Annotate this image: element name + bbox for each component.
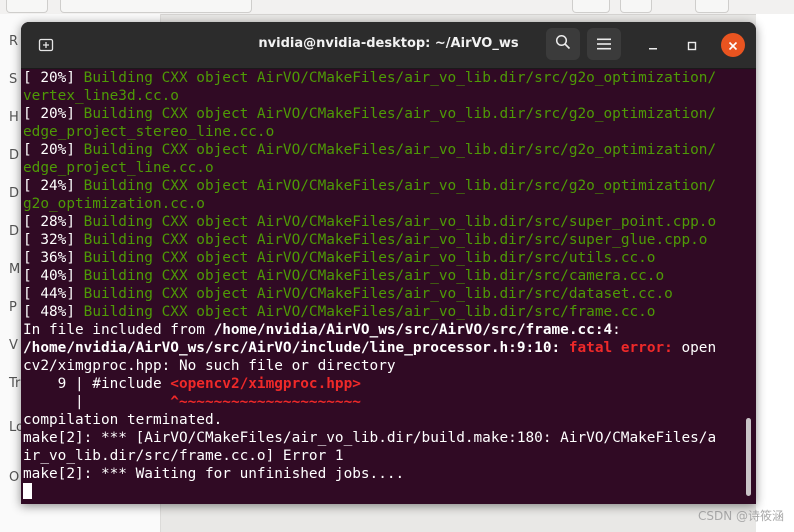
- terminal-text: open: [672, 340, 717, 356]
- minimize-icon: [648, 36, 658, 55]
- terminal-line: [ 20%] Building CXX object AirVO/CMakeFi…: [23, 105, 741, 123]
- terminal-line: [ 48%] Building CXX object AirVO/CMakeFi…: [23, 303, 741, 321]
- background-sidebar-item: H: [9, 110, 19, 125]
- terminal-line: [ 44%] Building CXX object AirVO/CMakeFi…: [23, 285, 741, 303]
- terminal-text: :: [612, 322, 621, 338]
- maximize-icon: [687, 36, 697, 55]
- background-sidebar-item: D: [9, 224, 20, 239]
- terminal-line: vertex_line3d.cc.o: [23, 87, 741, 105]
- text-cursor: [23, 483, 32, 499]
- terminal-line: [ 20%] Building CXX object AirVO/CMakeFi…: [23, 141, 741, 159]
- terminal-text: Building CXX object AirVO/CMakeFiles/air…: [83, 250, 656, 266]
- terminal-text: Building CXX object AirVO/CMakeFiles/air…: [83, 70, 717, 86]
- maximize-button[interactable]: [680, 33, 704, 57]
- terminal-line: edge_project_stereo_line.cc.o: [23, 123, 741, 141]
- terminal-text: <opencv2/ximgproc.hpp>: [170, 376, 361, 392]
- background-sidebar-item: R: [9, 34, 19, 49]
- terminal-text: /home/nvidia/AirVO_ws/src/AirVO/src/fram…: [213, 322, 613, 338]
- terminal-text: [ 20%]: [23, 106, 84, 122]
- scrollbar[interactable]: [746, 418, 751, 496]
- search-icon: [555, 34, 571, 54]
- terminal-text: make[2]: *** Waiting for unfinished jobs…: [23, 466, 405, 482]
- terminal-text: [ 40%]: [23, 268, 84, 284]
- terminal-window: nvidia@nvidia-desktop: ~/AirVO_ws [20%]…: [21, 22, 756, 504]
- terminal-text: [ 32%]: [23, 232, 84, 248]
- terminal-text: |: [23, 394, 171, 410]
- terminal-text: make[2]: *** [AirVO/CMakeFiles/air_vo_li…: [23, 430, 717, 446]
- terminal-line: /home/nvidia/AirVO_ws/src/AirVO/include/…: [23, 339, 741, 357]
- background-sidebar-item: V: [9, 338, 18, 353]
- terminal-line: [ 28%] Building CXX object AirVO/CMakeFi…: [23, 213, 741, 231]
- background-sidebar-item: M: [9, 262, 21, 277]
- background-window-header: [0, 0, 794, 15]
- terminal-text: edge_project_stereo_line.cc.o: [23, 124, 275, 140]
- background-tab: [620, 0, 652, 13]
- close-button[interactable]: [721, 33, 745, 57]
- terminal-line: cv2/ximgproc.hpp: No such file or direct…: [23, 357, 741, 375]
- background-tab: [572, 0, 610, 13]
- menu-button[interactable]: [587, 28, 621, 60]
- search-button[interactable]: [546, 28, 580, 60]
- terminal-text: Building CXX object AirVO/CMakeFiles/air…: [83, 214, 717, 230]
- terminal-text: Building CXX object AirVO/CMakeFiles/air…: [83, 232, 708, 248]
- background-tab: [695, 0, 729, 13]
- terminal-text: In file included from: [23, 322, 214, 338]
- terminal-text: [ 28%]: [23, 214, 84, 230]
- terminal-text: edge_project_line.cc.o: [23, 160, 214, 176]
- watermark: CSDN @诗筱涵: [697, 509, 784, 523]
- prompt-line: [23, 483, 741, 501]
- title-bar: nvidia@nvidia-desktop: ~/AirVO_ws: [21, 22, 756, 69]
- background-sidebar-item: O: [9, 470, 20, 485]
- terminal-line: make[2]: *** Waiting for unfinished jobs…: [23, 465, 741, 483]
- terminal-line: [ 24%] Building CXX object AirVO/CMakeFi…: [23, 177, 741, 195]
- terminal-line: [ 32%] Building CXX object AirVO/CMakeFi…: [23, 231, 741, 249]
- hamburger-menu-icon: [597, 35, 611, 54]
- terminal-text: [ 36%]: [23, 250, 84, 266]
- background-sidebar-item: D: [9, 148, 20, 163]
- terminal-line: make[2]: *** [AirVO/CMakeFiles/air_vo_li…: [23, 429, 741, 447]
- terminal-text: ^~~~~~~~~~~~~~~~~~~~~~: [170, 394, 361, 410]
- terminal-text: vertex_line3d.cc.o: [23, 88, 179, 104]
- minimize-button[interactable]: [641, 33, 665, 57]
- background-sidebar-item: Tr: [9, 376, 21, 391]
- terminal-line: g2o_optimization.cc.o: [23, 195, 741, 213]
- terminal-line: edge_project_line.cc.o: [23, 159, 741, 177]
- terminal-text: compilation terminated.: [23, 412, 223, 428]
- terminal-line: ir_vo_lib.dir/src/frame.cc.o] Error 1: [23, 447, 741, 465]
- terminal-text: cv2/ximgproc.hpp: No such file or direct…: [23, 358, 396, 374]
- background-right-pane: [756, 14, 794, 532]
- terminal-text: Building CXX object AirVO/CMakeFiles/air…: [83, 286, 673, 302]
- terminal-text: /home/nvidia/AirVO_ws/src/AirVO/include/…: [23, 340, 561, 356]
- terminal-text: [ 48%]: [23, 304, 84, 320]
- terminal-line: [ 20%] Building CXX object AirVO/CMakeFi…: [23, 69, 741, 87]
- terminal-text: [ 24%]: [23, 178, 84, 194]
- background-sidebar-item: D: [9, 186, 20, 201]
- terminal-text: 9 | #include: [23, 376, 171, 392]
- terminal-text: ir_vo_lib.dir/src/frame.cc.o] Error 1: [23, 448, 344, 464]
- terminal-text: [ 20%]: [23, 142, 84, 158]
- terminal-line: compilation terminated.: [23, 411, 741, 429]
- terminal-text: g2o_optimization.cc.o: [23, 196, 205, 212]
- terminal-text: Building CXX object AirVO/CMakeFiles/air…: [83, 304, 656, 320]
- terminal-text: [ 44%]: [23, 286, 84, 302]
- terminal-text: Building CXX object AirVO/CMakeFiles/air…: [83, 106, 717, 122]
- background-sidebar-item: P: [9, 300, 17, 315]
- terminal-text: [ 20%]: [23, 70, 84, 86]
- terminal-line: | ^~~~~~~~~~~~~~~~~~~~~~: [23, 393, 741, 411]
- terminal-output[interactable]: [ 20%] Building CXX object AirVO/CMakeFi…: [23, 69, 741, 503]
- background-tab: [6, 0, 48, 13]
- terminal-line: 9 | #include <opencv2/ximgproc.hpp>: [23, 375, 741, 393]
- terminal-line: In file included from /home/nvidia/AirVO…: [23, 321, 741, 339]
- terminal-text: Building CXX object AirVO/CMakeFiles/air…: [83, 142, 717, 158]
- background-sidebar-item: S: [9, 72, 18, 87]
- terminal-text: Building CXX object AirVO/CMakeFiles/air…: [83, 178, 717, 194]
- terminal-text: fatal error:: [568, 340, 673, 356]
- terminal-line: [ 36%] Building CXX object AirVO/CMakeFi…: [23, 249, 741, 267]
- close-icon: [728, 36, 738, 55]
- background-tab: [60, 0, 252, 13]
- terminal-line: [ 40%] Building CXX object AirVO/CMakeFi…: [23, 267, 741, 285]
- terminal-text: Building CXX object AirVO/CMakeFiles/air…: [83, 268, 665, 284]
